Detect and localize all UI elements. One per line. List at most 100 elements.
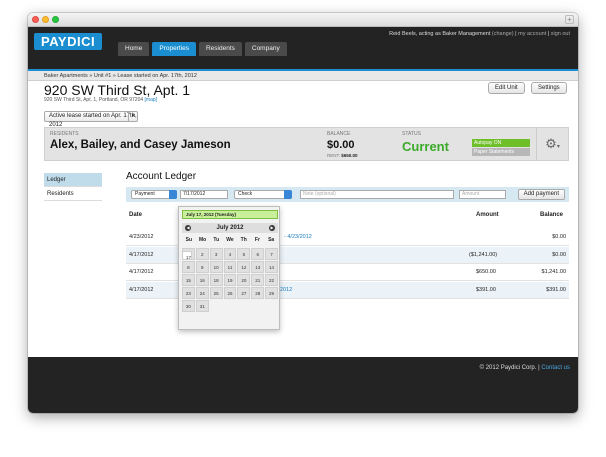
ledger-title: Account Ledger <box>126 171 197 182</box>
rent-label: RENT: <box>327 153 341 158</box>
weekday-label: Su <box>185 237 193 243</box>
calendar-day[interactable]: 13 <box>251 261 265 273</box>
column-amount: Amount <box>476 212 499 218</box>
calendar-day[interactable]: 5 <box>237 248 251 260</box>
status-label: STATUS <box>402 131 421 137</box>
calendar-day[interactable]: 2 <box>195 248 209 260</box>
unit-address: 920 SW Third St, Apt. 1, Portland, OR 97… <box>44 97 157 103</box>
payment-method-value: Check <box>238 191 253 197</box>
status-value: Current <box>402 139 449 154</box>
calendar-day[interactable]: 25 <box>209 287 223 299</box>
selected-date-display[interactable]: July 17, 2012 (Tuesday) <box>182 210 278 219</box>
calendar-day[interactable]: 18 <box>209 274 223 286</box>
map-link[interactable]: [map] <box>145 97 158 103</box>
calendar-day[interactable]: 3 <box>209 248 223 260</box>
weekday-label: Th <box>240 237 247 243</box>
calendar-day[interactable]: 29 <box>265 287 278 299</box>
row-description-link[interactable]: 2012 <box>280 282 292 299</box>
settings-button[interactable]: Settings <box>531 82 567 94</box>
my-account-link[interactable]: my account <box>518 31 546 37</box>
paper-statements-badge[interactable]: Paper Statements <box>472 148 530 156</box>
calendar-day[interactable]: 27 <box>237 287 251 299</box>
calendar-day[interactable]: 7 <box>265 248 278 260</box>
window-chrome: + <box>28 13 578 27</box>
site-header: PAYDICI Reid Beels, acting as Baker Mana… <box>28 27 578 69</box>
calendar-day[interactable]: 31 <box>195 300 209 312</box>
select-arrow-icon <box>284 190 292 199</box>
add-payment-form: Payment 7/17/2012 Check Note (optional) … <box>126 187 569 202</box>
column-date: Date <box>129 212 143 218</box>
main-nav: Home Properties Residents Company <box>118 42 287 56</box>
entry-type-select[interactable]: Payment <box>131 190 177 199</box>
new-tab-icon[interactable]: + <box>565 15 574 24</box>
tab-properties[interactable]: Properties <box>152 42 196 56</box>
address-text: 920 SW Third St, Apt. 1, Portland, OR 97… <box>44 97 144 103</box>
page-title: 920 SW Third St, Apt. 1 <box>44 82 191 98</box>
paydici-logo[interactable]: PAYDICI <box>34 33 103 50</box>
lease-select[interactable]: Active lease started on Apr. 17th, 2012 … <box>44 111 138 128</box>
calendar-day[interactable]: 23 <box>182 287 195 299</box>
row-date: 4/17/2012 <box>129 287 154 293</box>
tab-home[interactable]: Home <box>118 42 150 56</box>
calendar-grid: 1234567891011121314151617181920212223242… <box>182 248 278 312</box>
payment-method-select[interactable]: Check <box>234 190 292 199</box>
sign-out-link[interactable]: sign out <box>551 31 570 37</box>
calendar-day[interactable]: 30 <box>182 300 195 312</box>
calendar-day[interactable]: 20 <box>237 274 251 286</box>
weekday-header: Su Mo Tu We Th Fr Sa <box>182 237 278 243</box>
resident-names: Alex, Bailey, and Casey Jameson <box>50 139 231 151</box>
date-input[interactable]: 7/17/2012 <box>180 190 228 199</box>
calendar-day[interactable]: 21 <box>251 274 265 286</box>
tab-company[interactable]: Company <box>244 42 287 56</box>
next-month-icon[interactable]: ▶ <box>269 225 275 231</box>
add-payment-button[interactable]: Add payment <box>517 189 565 200</box>
chevron-down-icon: ▾ <box>556 144 560 150</box>
footer-links: © 2012 Paydici Corp. | Contact us <box>480 365 570 371</box>
month-label: July 2012 <box>216 225 244 231</box>
calendar-day[interactable]: 17 <box>182 251 193 260</box>
month-header: ◀ July 2012 ▶ <box>182 223 278 233</box>
minimize-window-button[interactable] <box>42 16 49 23</box>
calendar-day[interactable]: 14 <box>265 261 278 273</box>
calendar-day[interactable]: 10 <box>209 261 223 273</box>
edit-unit-button[interactable]: Edit Unit <box>488 82 525 94</box>
gear-icon: ⚙ <box>545 136 557 151</box>
calendar-day[interactable]: 24 <box>195 287 209 299</box>
date-picker-popup: July 17, 2012 (Tuesday) ◀ July 2012 ▶ Su… <box>178 206 280 330</box>
calendar-day[interactable]: 9 <box>195 261 209 273</box>
calendar-day[interactable]: 16 <box>195 274 209 286</box>
weekday-label: Fr <box>254 237 260 243</box>
calendar-day[interactable]: 11 <box>223 261 237 273</box>
zoom-window-button[interactable] <box>52 16 59 23</box>
row-description-link[interactable]: - 4/23/2012 <box>284 229 312 246</box>
calendar-day[interactable]: 22 <box>265 274 278 286</box>
change-link[interactable]: (change) <box>492 31 514 37</box>
calendar-day[interactable]: 8 <box>182 261 195 273</box>
weekday-label: We <box>226 237 234 243</box>
contact-link[interactable]: Contact us <box>541 365 570 371</box>
calendar-day[interactable]: 4 <box>223 248 237 260</box>
row-amount: ($1,241.00) <box>469 252 498 258</box>
rent-amount: $650.00 <box>341 153 358 158</box>
calendar-day[interactable]: 28 <box>251 287 265 299</box>
row-amount: $391.00 <box>476 287 496 293</box>
calendar-day[interactable]: 26 <box>223 287 237 299</box>
select-arrow-icon <box>169 190 177 199</box>
sidebar-item-ledger[interactable]: Ledger <box>44 173 102 187</box>
close-window-button[interactable] <box>32 16 39 23</box>
tab-residents[interactable]: Residents <box>198 42 242 56</box>
autopay-badge[interactable]: Autopay ON <box>472 139 530 147</box>
breadcrumb[interactable]: Baker Apartments » Unit #1 » Lease start… <box>28 71 578 81</box>
sidebar-item-residents[interactable]: Residents <box>44 187 102 201</box>
calendar-day[interactable]: 19 <box>223 274 237 286</box>
column-balance: Balance <box>540 212 564 218</box>
resident-settings-menu[interactable]: ⚙▾ <box>536 128 568 160</box>
previous-month-icon[interactable]: ◀ <box>185 225 191 231</box>
site-footer: © 2012 Paydici Corp. | Contact us <box>28 357 578 413</box>
calendar-day[interactable]: 6 <box>251 248 265 260</box>
calendar-day[interactable]: 15 <box>182 274 195 286</box>
row-balance: $0.00 <box>552 234 566 240</box>
amount-input[interactable]: Amount <box>459 190 506 199</box>
note-input[interactable]: Note (optional) <box>300 190 454 199</box>
calendar-day[interactable]: 12 <box>237 261 251 273</box>
